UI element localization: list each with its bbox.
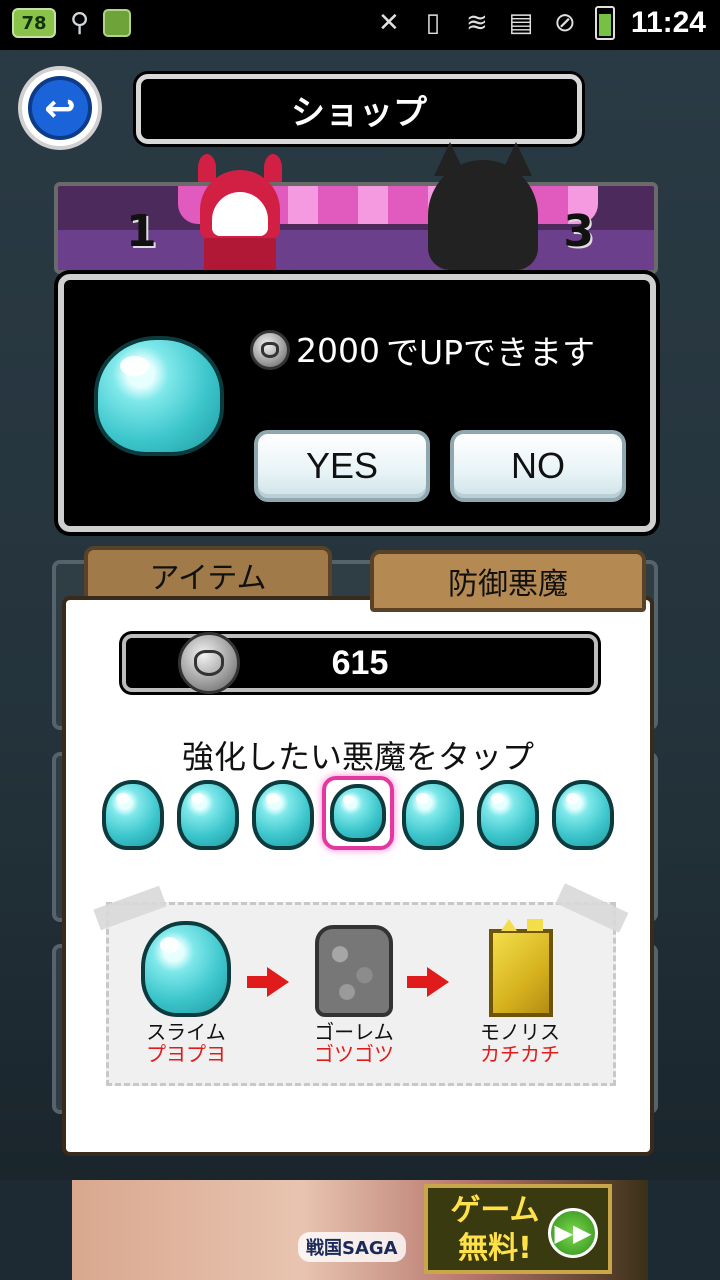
evolution-stage-3: モノリス カチカチ	[465, 919, 575, 1066]
ad-banner[interactable]: 戦国SAGA ゲーム無料! ▶▶	[72, 1180, 648, 1280]
status-bar: 78 ⚲ ✕ ▯ ≋ ▤ ⊘ 11:24	[0, 0, 720, 50]
back-button[interactable]: ↩	[18, 66, 102, 150]
evolution-name: ゴーレム	[314, 1020, 394, 1044]
upgrade-message-text: でUPできます	[385, 333, 596, 372]
no-button[interactable]: NO	[450, 430, 626, 502]
shop-panel: 615 強化したい悪魔をタップ スライム プヨプヨ ゴーレム ゴツゴツ モノリス…	[66, 600, 650, 1152]
fast-forward-icon[interactable]: ▶▶	[548, 1208, 598, 1258]
golem-icon	[309, 921, 399, 1017]
devil-slot-3[interactable]	[252, 780, 314, 850]
slime-icon	[477, 780, 539, 850]
slime-icon	[141, 921, 231, 1017]
wifi-icon: ≋	[466, 8, 488, 38]
devil-slot-2[interactable]	[177, 780, 239, 850]
ad-cta-text: ゲーム無料!	[450, 1193, 540, 1266]
status-right-icons: ✕ ▯ ≋ ▤ ⊘ 11:24	[375, 6, 706, 40]
status-left-icons: 78 ⚲	[12, 8, 132, 38]
upgrade-cost: 2000	[296, 330, 380, 370]
coin-count: 615	[331, 644, 389, 682]
devil-character	[190, 150, 290, 270]
monolith-icon	[475, 919, 565, 1017]
evolution-name: モノリス	[480, 1020, 560, 1044]
slime-icon	[94, 336, 224, 456]
app-notification-icon	[103, 9, 132, 37]
stage-number-left: 1	[126, 206, 157, 257]
stage-number-right: 3	[563, 206, 594, 257]
tab-items[interactable]: アイテム	[84, 546, 332, 604]
vibrate-icon: ▯	[425, 8, 441, 38]
evolution-stage-1: スライム プヨプヨ	[131, 921, 241, 1065]
instruction-text: 強化したい悪魔をタップ	[181, 738, 534, 776]
devil-body	[204, 238, 276, 270]
devil-slot-5[interactable]	[402, 780, 464, 850]
slime-icon	[177, 780, 239, 850]
clock: 11:24	[630, 6, 706, 39]
slime-icon	[330, 784, 386, 842]
devil-horn	[198, 154, 216, 182]
back-arrow-icon: ↩	[28, 76, 92, 140]
ad-logo: 戦国SAGA	[298, 1232, 406, 1262]
evolution-stage-2: ゴーレム ゴツゴツ	[299, 921, 409, 1065]
slime-icon	[552, 780, 614, 850]
arrow-right-icon	[407, 967, 451, 997]
usb-icon: ⚲	[70, 8, 90, 38]
devil-slot-1[interactable]	[102, 780, 164, 850]
notification-badge: 78	[12, 8, 56, 38]
evolution-trait: ゴツゴツ	[314, 1042, 394, 1066]
stage-banner: 1 3	[54, 182, 658, 274]
coin-balance: 615	[122, 632, 598, 694]
evolution-chart: スライム プヨプヨ ゴーレム ゴツゴツ モノリス カチカチ	[93, 883, 629, 1086]
no-signal-icon: ⊘	[554, 8, 576, 38]
upgrade-message: 2000 でUPできます	[250, 326, 595, 374]
black-cat-character	[428, 142, 538, 270]
evolution-trait: プヨプヨ	[146, 1042, 226, 1066]
mute-icon: ✕	[378, 8, 400, 38]
coin-icon	[250, 330, 290, 370]
slime-icon	[252, 780, 314, 850]
ad-cta-box[interactable]: ゲーム無料! ▶▶	[424, 1184, 612, 1274]
battery-icon	[594, 6, 615, 40]
devil-slot-row	[100, 776, 620, 850]
evolution-name: スライム	[146, 1020, 226, 1044]
slime-icon	[402, 780, 464, 850]
tab-defense-devils[interactable]: 防御悪魔	[370, 550, 646, 612]
devil-slot-7[interactable]	[552, 780, 614, 850]
yes-button[interactable]: YES	[254, 430, 430, 502]
arrow-right-icon	[247, 967, 291, 997]
sim-icon: ▤	[508, 8, 534, 38]
slime-icon	[102, 780, 164, 850]
page-title: ショップ	[136, 74, 582, 144]
devil-slot-4-selected[interactable]	[322, 776, 394, 850]
devil-horn	[264, 154, 282, 182]
evolution-trait: カチカチ	[480, 1042, 560, 1066]
devil-slot-6[interactable]	[477, 780, 539, 850]
upgrade-dialog: 2000 でUPできます YES NO	[58, 274, 656, 532]
